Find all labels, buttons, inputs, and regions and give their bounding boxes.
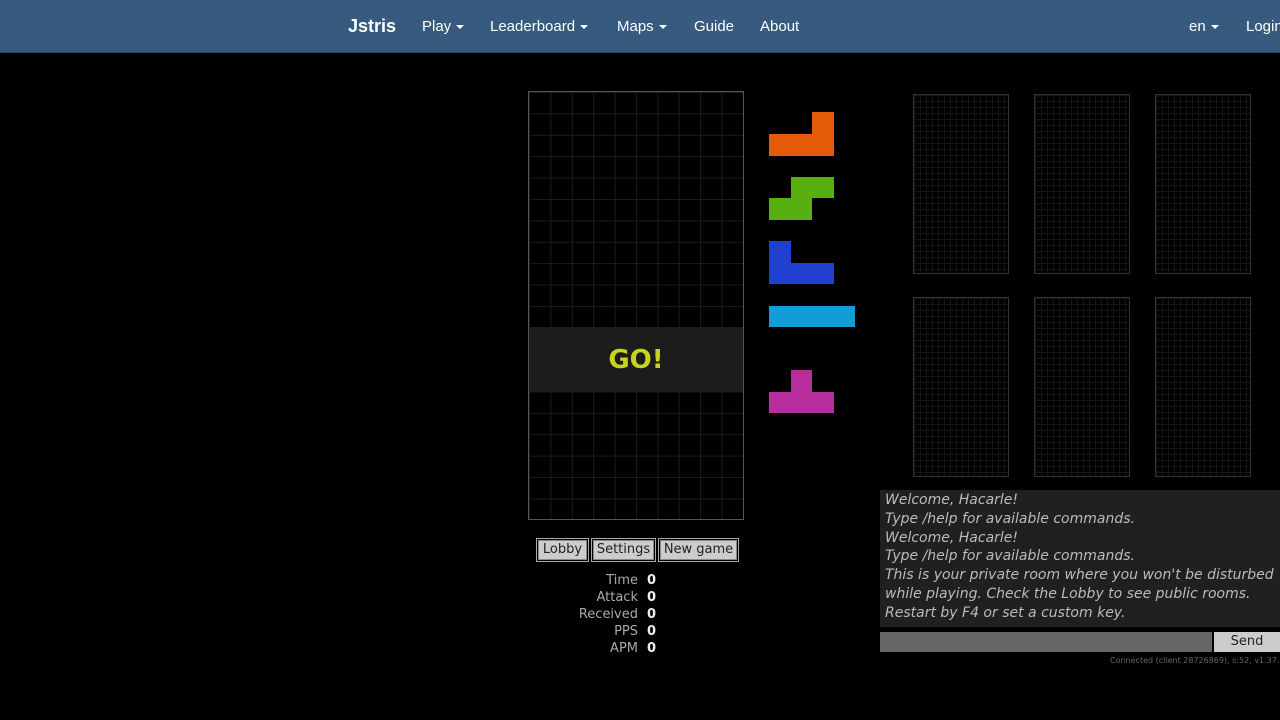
nav-leaderboard-label: Leaderboard: [490, 18, 576, 35]
stat-label-pps: PPS: [614, 624, 638, 639]
piece-block: [791, 177, 834, 198]
chevron-down-icon: [658, 25, 667, 30]
piece-block: [812, 112, 834, 134]
chat-message: Type /help for available commands.: [885, 548, 1135, 565]
chevron-down-icon: [1210, 25, 1219, 30]
chat-message: while playing. Check the Lobby to see pu…: [885, 585, 1251, 602]
settings-button[interactable]: Settings: [591, 538, 656, 562]
nav-play-label: Play: [422, 18, 452, 35]
nav-login-link[interactable]: Login: [1246, 17, 1280, 37]
chat-message: Welcome, Hacarle!: [885, 529, 1019, 546]
opponent-board-slot: [913, 297, 1009, 477]
chevron-down-icon: [580, 25, 589, 30]
opponent-board-slot: [1155, 94, 1251, 274]
chat-message: Restart by F4 or set a custom key.: [885, 604, 1126, 621]
piece-block: [769, 198, 812, 220]
nav-play-dropdown[interactable]: Play: [422, 17, 465, 37]
chat-message: Type /help for available commands.: [885, 510, 1135, 527]
game-board[interactable]: [528, 91, 744, 520]
piece-block: [769, 392, 834, 413]
new-game-button[interactable]: New game: [658, 538, 739, 562]
go-text: GO!: [608, 344, 664, 375]
piece-block: [769, 306, 855, 327]
piece-block: [791, 370, 812, 392]
stat-value-received: 0: [647, 607, 657, 622]
piece-block: [769, 263, 834, 284]
opponent-board-slot: [1034, 297, 1130, 477]
top-navbar: Jstris Play Leaderboard Maps Guide About…: [0, 0, 1280, 53]
nav-about-link[interactable]: About: [760, 17, 799, 37]
stat-label-apm: APM: [610, 641, 638, 656]
nav-leaderboard-dropdown[interactable]: Leaderboard: [490, 17, 589, 37]
stat-value-apm: 0: [647, 641, 657, 656]
send-button[interactable]: Send: [1214, 632, 1280, 652]
nav-maps-dropdown[interactable]: Maps: [617, 17, 667, 37]
chat-message: Welcome, Hacarle!: [885, 492, 1019, 508]
countdown-banner: GO!: [529, 327, 743, 392]
opponent-board-slot: [1155, 297, 1251, 477]
chat-input[interactable]: [880, 632, 1212, 652]
piece-block: [769, 241, 791, 263]
stat-label-time: Time: [606, 573, 638, 588]
chevron-down-icon: [456, 25, 465, 30]
nav-maps-label: Maps: [617, 18, 654, 35]
connection-status: Connected (client 28726869), s:52, v1.37…: [1110, 656, 1280, 665]
chat-message: This is your private room where you won'…: [885, 567, 1274, 584]
language-dropdown[interactable]: en: [1189, 17, 1219, 37]
brand-logo[interactable]: Jstris: [348, 15, 396, 37]
stat-value-pps: 0: [647, 624, 657, 639]
language-label: en: [1189, 18, 1206, 35]
nav-guide-link[interactable]: Guide: [694, 17, 734, 37]
lobby-button[interactable]: Lobby: [536, 538, 589, 562]
stat-value-attack: 0: [647, 590, 657, 605]
chat-messages[interactable]: Welcome, Hacarle! Type /help for availab…: [880, 490, 1280, 627]
stat-value-time: 0: [647, 573, 657, 588]
stat-label-received: Received: [578, 607, 638, 622]
stat-label-attack: Attack: [596, 590, 638, 605]
opponent-board-slot: [913, 94, 1009, 274]
opponent-board-slot: [1034, 94, 1130, 274]
piece-block: [769, 134, 834, 156]
